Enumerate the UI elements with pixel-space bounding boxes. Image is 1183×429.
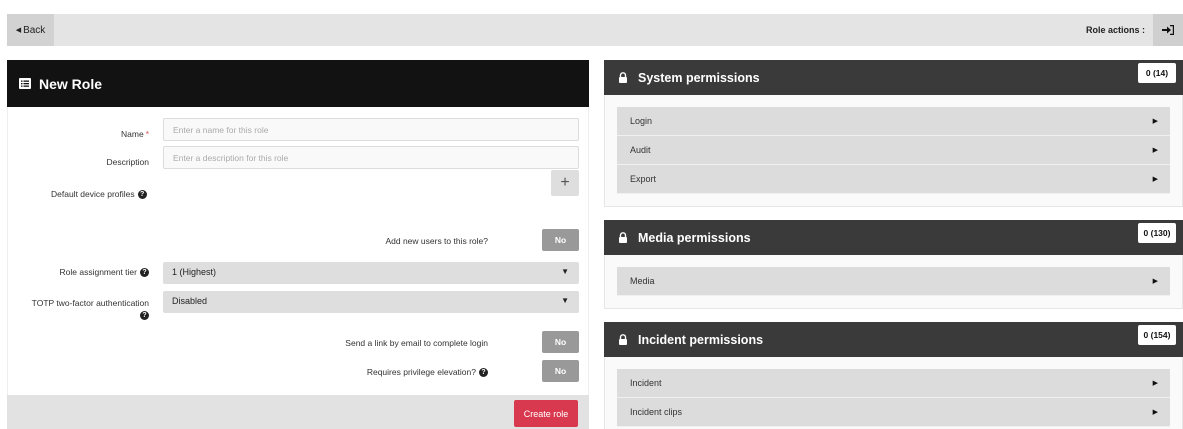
permission-item-label: Media bbox=[630, 276, 655, 286]
permission-item-label: Audit bbox=[630, 145, 651, 155]
add-device-profile-button[interactable]: + bbox=[551, 170, 579, 196]
permission-item-incident[interactable]: Incident ▶ bbox=[617, 369, 1170, 398]
role-actions-label: Role actions : bbox=[1085, 25, 1145, 35]
lock-icon bbox=[619, 334, 627, 345]
page-title: New Role bbox=[39, 75, 103, 92]
required-mark: * bbox=[145, 129, 149, 139]
caret-right-icon: ▶ bbox=[1152, 380, 1158, 387]
incident-permissions-title: Incident permissions bbox=[638, 332, 764, 347]
permission-item-media[interactable]: Media ▶ bbox=[617, 267, 1170, 296]
media-permissions-count: 0 (130) bbox=[1138, 223, 1176, 243]
question-circle-icon[interactable]: ? bbox=[140, 268, 149, 278]
permission-item-label: Incident bbox=[630, 378, 662, 388]
media-permissions-title: Media permissions bbox=[638, 230, 751, 245]
caret-down-icon: ▼ bbox=[561, 267, 569, 276]
permission-item-export[interactable]: Export ▶ bbox=[617, 165, 1170, 194]
system-permissions-title: System permissions bbox=[638, 70, 760, 85]
incident-permissions-count: 0 (154) bbox=[1138, 325, 1176, 345]
caret-left-icon: ◀ bbox=[15, 27, 22, 34]
permission-item-incident-clips[interactable]: Incident clips ▶ bbox=[617, 398, 1170, 427]
top-toolbar: ◀ Back Role actions : bbox=[7, 14, 1183, 46]
question-circle-icon[interactable]: ? bbox=[140, 311, 149, 321]
media-permissions-list: Media ▶ bbox=[604, 255, 1183, 309]
role-actions-button[interactable] bbox=[1153, 14, 1183, 46]
back-button-label: Back bbox=[23, 24, 46, 36]
new-role-panel: New Role Name* Description Default devic… bbox=[7, 60, 589, 429]
caret-right-icon: ▶ bbox=[1152, 118, 1158, 125]
back-button[interactable]: ◀ Back bbox=[7, 14, 54, 46]
form-footer: Create role bbox=[7, 395, 589, 429]
privilege-elevation-toggle[interactable]: No bbox=[542, 360, 579, 382]
description-input[interactable] bbox=[163, 146, 579, 169]
role-assignment-tier-value: 1 (Highest) bbox=[172, 267, 217, 277]
totp-label: TOTP two-factor authentication ? bbox=[32, 297, 149, 321]
create-role-button[interactable]: Create role bbox=[514, 400, 578, 427]
system-permissions-panel: System permissions 0 (14) Login ▶ Audit … bbox=[604, 60, 1183, 207]
media-permissions-panel: Media permissions 0 (130) Media ▶ bbox=[604, 220, 1183, 309]
permission-item-label: Incident clips bbox=[630, 407, 683, 417]
media-permissions-header[interactable]: Media permissions 0 (130) bbox=[604, 220, 1183, 255]
email-link-toggle[interactable]: No bbox=[542, 331, 579, 353]
permission-item-label: Export bbox=[630, 174, 657, 184]
list-alt-icon bbox=[19, 78, 31, 89]
role-assignment-tier-text: Role assignment tier bbox=[59, 267, 137, 277]
description-label: Description bbox=[106, 157, 149, 167]
sign-in-icon bbox=[1162, 25, 1174, 35]
role-assignment-tier-select[interactable]: 1 (Highest) ▼ bbox=[163, 262, 579, 284]
incident-permissions-header[interactable]: Incident permissions 0 (154) bbox=[604, 322, 1183, 357]
incident-permissions-list: Incident ▶ Incident clips ▶ bbox=[604, 357, 1183, 429]
caret-down-icon: ▼ bbox=[561, 296, 569, 305]
totp-label-text: TOTP two-factor authentication bbox=[31, 298, 149, 308]
lock-icon bbox=[619, 232, 627, 243]
system-permissions-list: Login ▶ Audit ▶ Export ▶ bbox=[604, 95, 1183, 207]
lock-icon bbox=[619, 72, 627, 83]
caret-right-icon: ▶ bbox=[1152, 409, 1158, 416]
name-label-text: Name bbox=[121, 129, 144, 139]
caret-right-icon: ▶ bbox=[1152, 147, 1158, 154]
caret-right-icon: ▶ bbox=[1152, 176, 1158, 183]
system-permissions-count: 0 (14) bbox=[1138, 63, 1176, 83]
permission-item-label: Login bbox=[630, 116, 653, 126]
name-input[interactable] bbox=[163, 118, 579, 141]
incident-permissions-panel: Incident permissions 0 (154) Incident ▶ … bbox=[604, 322, 1183, 429]
name-label: Name * bbox=[121, 129, 149, 139]
add-new-users-toggle[interactable]: No bbox=[542, 229, 579, 251]
question-circle-icon[interactable]: ? bbox=[137, 190, 147, 200]
role-assignment-tier-label: Role assignment tier? bbox=[59, 267, 149, 278]
permission-item-audit[interactable]: Audit ▶ bbox=[617, 136, 1170, 165]
totp-value: Disabled bbox=[172, 296, 208, 306]
privilege-elevation-label: Requires privilege elevation?? bbox=[366, 367, 488, 378]
default-device-profiles-label: Default device profiles? bbox=[51, 189, 147, 200]
new-role-header: New Role bbox=[7, 60, 589, 107]
add-new-users-label: Add new users to this role? bbox=[385, 236, 488, 246]
question-circle-icon[interactable]: ? bbox=[479, 368, 488, 378]
email-link-label: Send a link by email to complete login bbox=[345, 338, 488, 348]
default-device-profiles-text: Default device profiles bbox=[51, 189, 135, 199]
caret-right-icon: ▶ bbox=[1152, 278, 1158, 285]
system-permissions-header[interactable]: System permissions 0 (14) bbox=[604, 60, 1183, 95]
plus-icon: + bbox=[560, 174, 570, 191]
totp-select[interactable]: Disabled ▼ bbox=[163, 291, 579, 313]
role-form: Name* Description Default device profile… bbox=[7, 107, 589, 395]
permission-item-login[interactable]: Login ▶ bbox=[617, 107, 1170, 136]
privilege-elevation-text: Requires privilege elevation? bbox=[366, 367, 476, 377]
